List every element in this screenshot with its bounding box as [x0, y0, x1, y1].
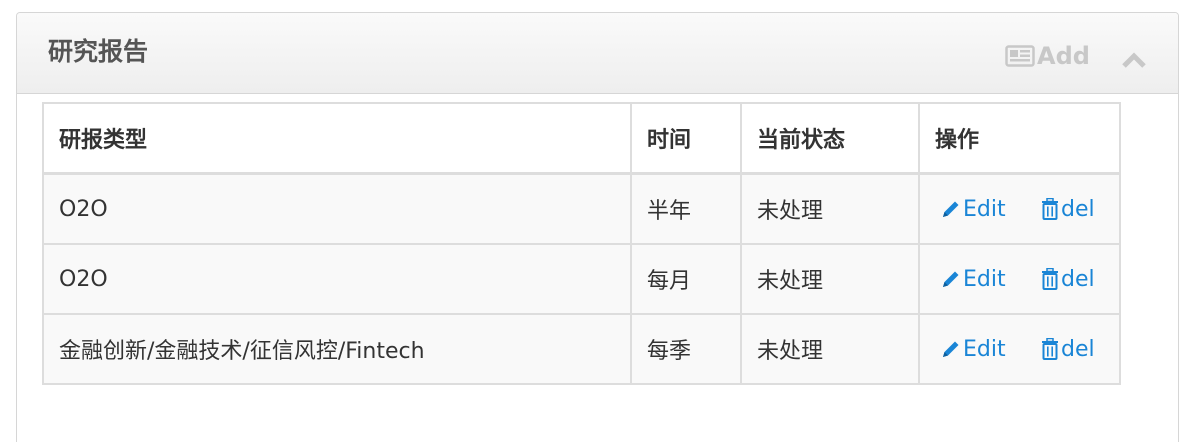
table-row: O2O 每月 未处理 Edit del	[42, 243, 1121, 315]
trash-icon	[1041, 338, 1061, 360]
table-header-row: 研报类型 时间 当前状态 操作	[42, 102, 1121, 175]
cell-status: 未处理	[740, 313, 920, 385]
cell-time: 半年	[630, 172, 742, 245]
column-header-status: 当前状态	[740, 102, 920, 175]
reports-table: 研报类型 时间 当前状态 操作 O2O 半年 未处理 Edit del O2O …	[42, 102, 1121, 385]
edit-label: Edit	[963, 196, 1006, 222]
delete-label: del	[1061, 336, 1095, 362]
chevron-up-icon	[1121, 51, 1147, 69]
column-header-time: 时间	[630, 102, 742, 175]
trash-icon	[1041, 268, 1061, 290]
edit-link[interactable]: Edit	[935, 267, 1041, 292]
panel-header: 研究报告 Add	[17, 13, 1178, 94]
cell-time: 每季	[630, 313, 742, 385]
pencil-icon	[941, 269, 963, 289]
cell-type: O2O	[42, 172, 632, 245]
pencil-icon	[941, 339, 963, 359]
table-row: 金融创新/金融技术/征信风控/Fintech 每季 未处理 Edit del	[42, 313, 1121, 385]
edit-label: Edit	[963, 266, 1006, 292]
trash-icon	[1041, 198, 1061, 220]
table-row: O2O 半年 未处理 Edit del	[42, 172, 1121, 245]
add-label: Add	[1037, 42, 1090, 70]
delete-link[interactable]: del	[1041, 197, 1095, 222]
cell-time: 每月	[630, 243, 742, 315]
cell-actions: Edit del	[918, 313, 1121, 385]
column-header-actions: 操作	[918, 102, 1121, 175]
edit-label: Edit	[963, 336, 1006, 362]
edit-link[interactable]: Edit	[935, 197, 1041, 222]
newspaper-icon	[1005, 45, 1035, 67]
cell-actions: Edit del	[918, 243, 1121, 315]
cell-status: 未处理	[740, 172, 920, 245]
collapse-button[interactable]	[1121, 51, 1147, 69]
panel-title: 研究报告	[48, 37, 149, 66]
cell-actions: Edit del	[918, 172, 1121, 245]
cell-status: 未处理	[740, 243, 920, 315]
edit-link[interactable]: Edit	[935, 337, 1041, 362]
add-button[interactable]: Add	[1005, 44, 1090, 68]
pencil-icon	[941, 199, 963, 219]
delete-link[interactable]: del	[1041, 267, 1095, 292]
delete-link[interactable]: del	[1041, 337, 1095, 362]
cell-type: O2O	[42, 243, 632, 315]
cell-type: 金融创新/金融技术/征信风控/Fintech	[42, 313, 632, 385]
column-header-type: 研报类型	[42, 102, 632, 175]
delete-label: del	[1061, 196, 1095, 222]
delete-label: del	[1061, 266, 1095, 292]
